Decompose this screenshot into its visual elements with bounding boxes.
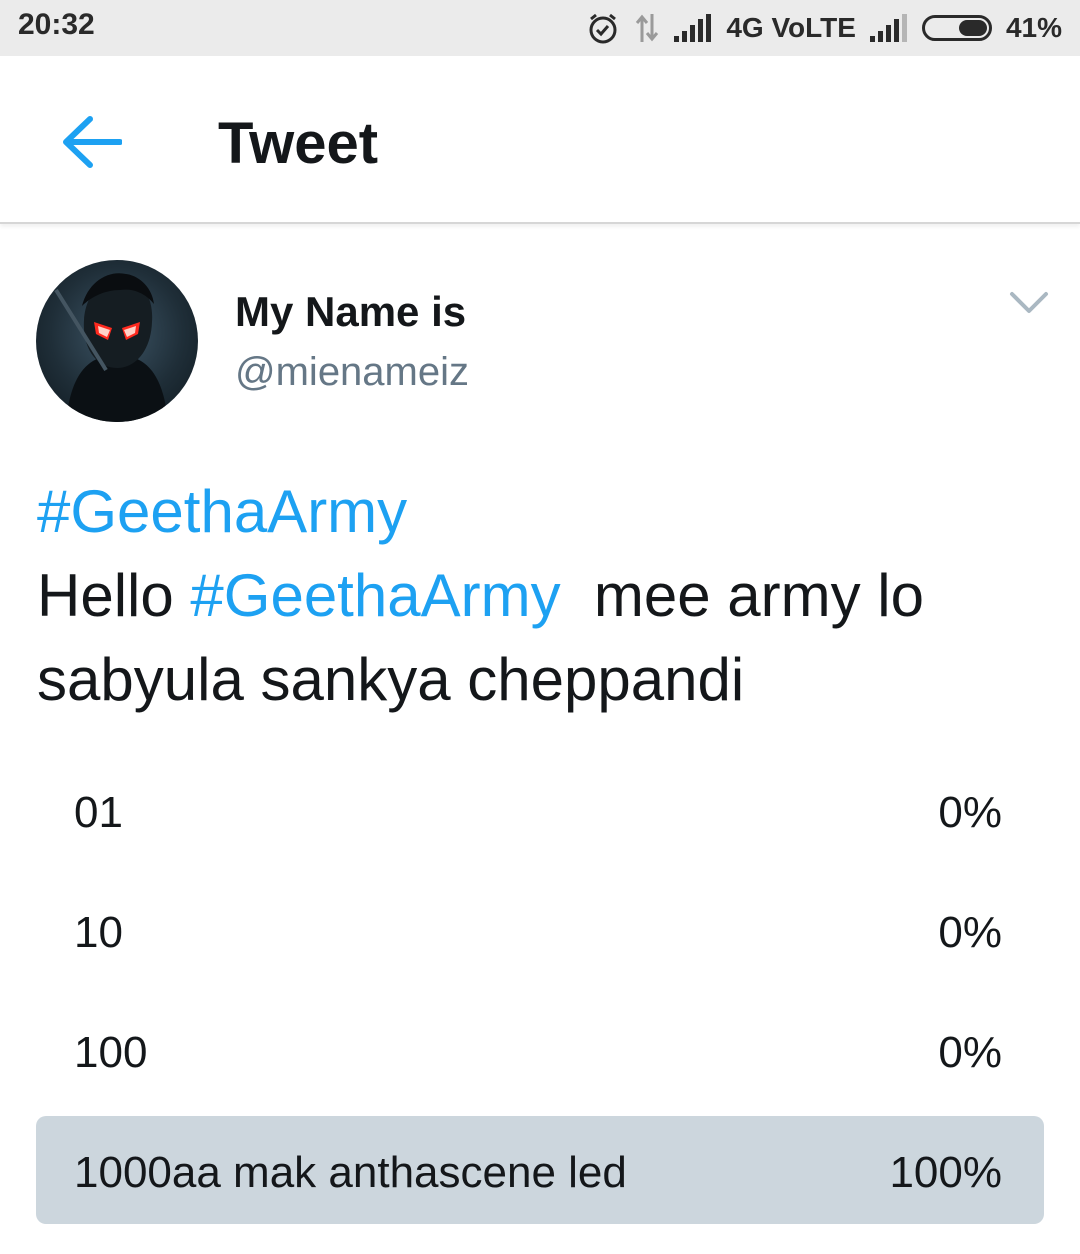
poll-option-winner: 1000aa mak anthascene led 100% xyxy=(36,1116,1044,1224)
chevron-down-icon xyxy=(1010,292,1048,313)
poll-option-label: 1000aa mak anthascene led xyxy=(74,1148,627,1197)
poll-option-label: 01 xyxy=(74,788,123,837)
poll-option-label: 100 xyxy=(74,1028,148,1077)
signal-icon-2 xyxy=(869,14,908,42)
network-type: 4G VoLTE xyxy=(726,12,856,43)
hashtag-link[interactable]: #GeethaArmy xyxy=(37,478,407,545)
poll: 01 0% 10 0% 100 0% 1000aa mak anthascene… xyxy=(36,756,1044,1236)
hashtag-link[interactable]: #GeethaArmy xyxy=(190,562,560,629)
status-icons: 4G VoLTE 41% xyxy=(586,8,1062,48)
status-bar: 20:32 4G VoLTE 41% xyxy=(0,0,1080,56)
poll-option: 10 0% xyxy=(36,876,1044,984)
author-handle[interactable]: @mienameiz xyxy=(235,350,469,395)
poll-option: 01 0% xyxy=(36,756,1044,864)
poll-option-percent: 0% xyxy=(938,788,1002,837)
tweet-menu-button[interactable] xyxy=(1006,286,1052,322)
tweet-text: #GeethaArmy Hello #GeethaArmy mee army l… xyxy=(37,470,1047,722)
alarm-icon xyxy=(586,11,620,45)
data-transfer-icon xyxy=(634,12,660,44)
battery-icon xyxy=(921,15,992,41)
page-title: Tweet xyxy=(218,111,379,176)
poll-option-label: 10 xyxy=(74,908,123,957)
avatar[interactable] xyxy=(36,260,198,422)
poll-option: 100 0% xyxy=(36,996,1044,1104)
battery-percent: 41% xyxy=(1005,12,1062,43)
status-time: 20:32 xyxy=(18,8,95,41)
poll-option-percent: 0% xyxy=(938,1028,1002,1077)
poll-option-percent: 100% xyxy=(889,1148,1002,1197)
app-header: Tweet xyxy=(0,56,1080,224)
back-button[interactable] xyxy=(56,110,126,174)
author-name[interactable]: My Name is xyxy=(235,288,466,336)
tweet-text-prefix: Hello xyxy=(37,562,191,629)
poll-option-percent: 0% xyxy=(938,908,1002,957)
signal-icon xyxy=(674,14,712,42)
arrow-left-icon xyxy=(63,116,122,168)
